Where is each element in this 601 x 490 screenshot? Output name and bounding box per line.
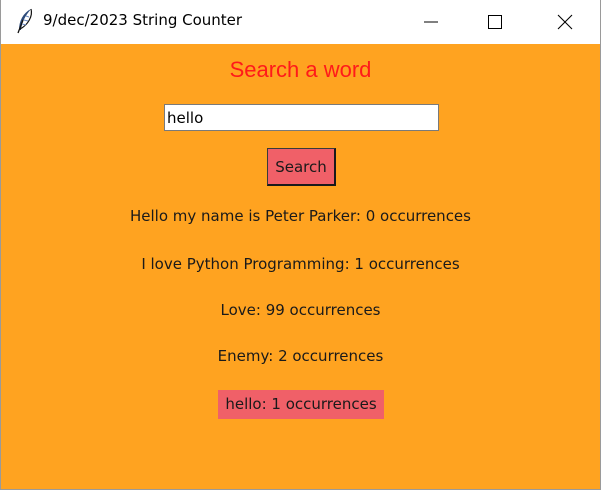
result-item: Hello my name is Peter Parker: 0 occurre… (130, 207, 471, 225)
main-panel: Search a word Search Hello my name is Pe… (1, 44, 600, 489)
maximize-icon (488, 15, 502, 29)
title-bar[interactable]: 9/dec/2023 String Counter (1, 0, 600, 44)
result-item: Enemy: 2 occurrences (217, 347, 384, 365)
maximize-button[interactable] (472, 0, 518, 44)
result-item: I love Python Programming: 1 occurrences (141, 255, 460, 273)
close-button[interactable] (542, 0, 588, 44)
result-item: Love: 99 occurrences (220, 301, 381, 319)
page-title: Search a word (229, 57, 372, 82)
minimize-icon (424, 21, 438, 23)
minimize-button[interactable] (408, 0, 454, 44)
feather-icon (14, 8, 36, 34)
close-icon (557, 14, 573, 30)
app-window: 9/dec/2023 String Counter Search a word … (0, 0, 601, 490)
search-input[interactable] (164, 104, 439, 131)
search-button[interactable]: Search (267, 148, 336, 186)
highlighted-result: hello: 1 occurrences (218, 390, 384, 419)
window-title: 9/dec/2023 String Counter (43, 11, 243, 29)
